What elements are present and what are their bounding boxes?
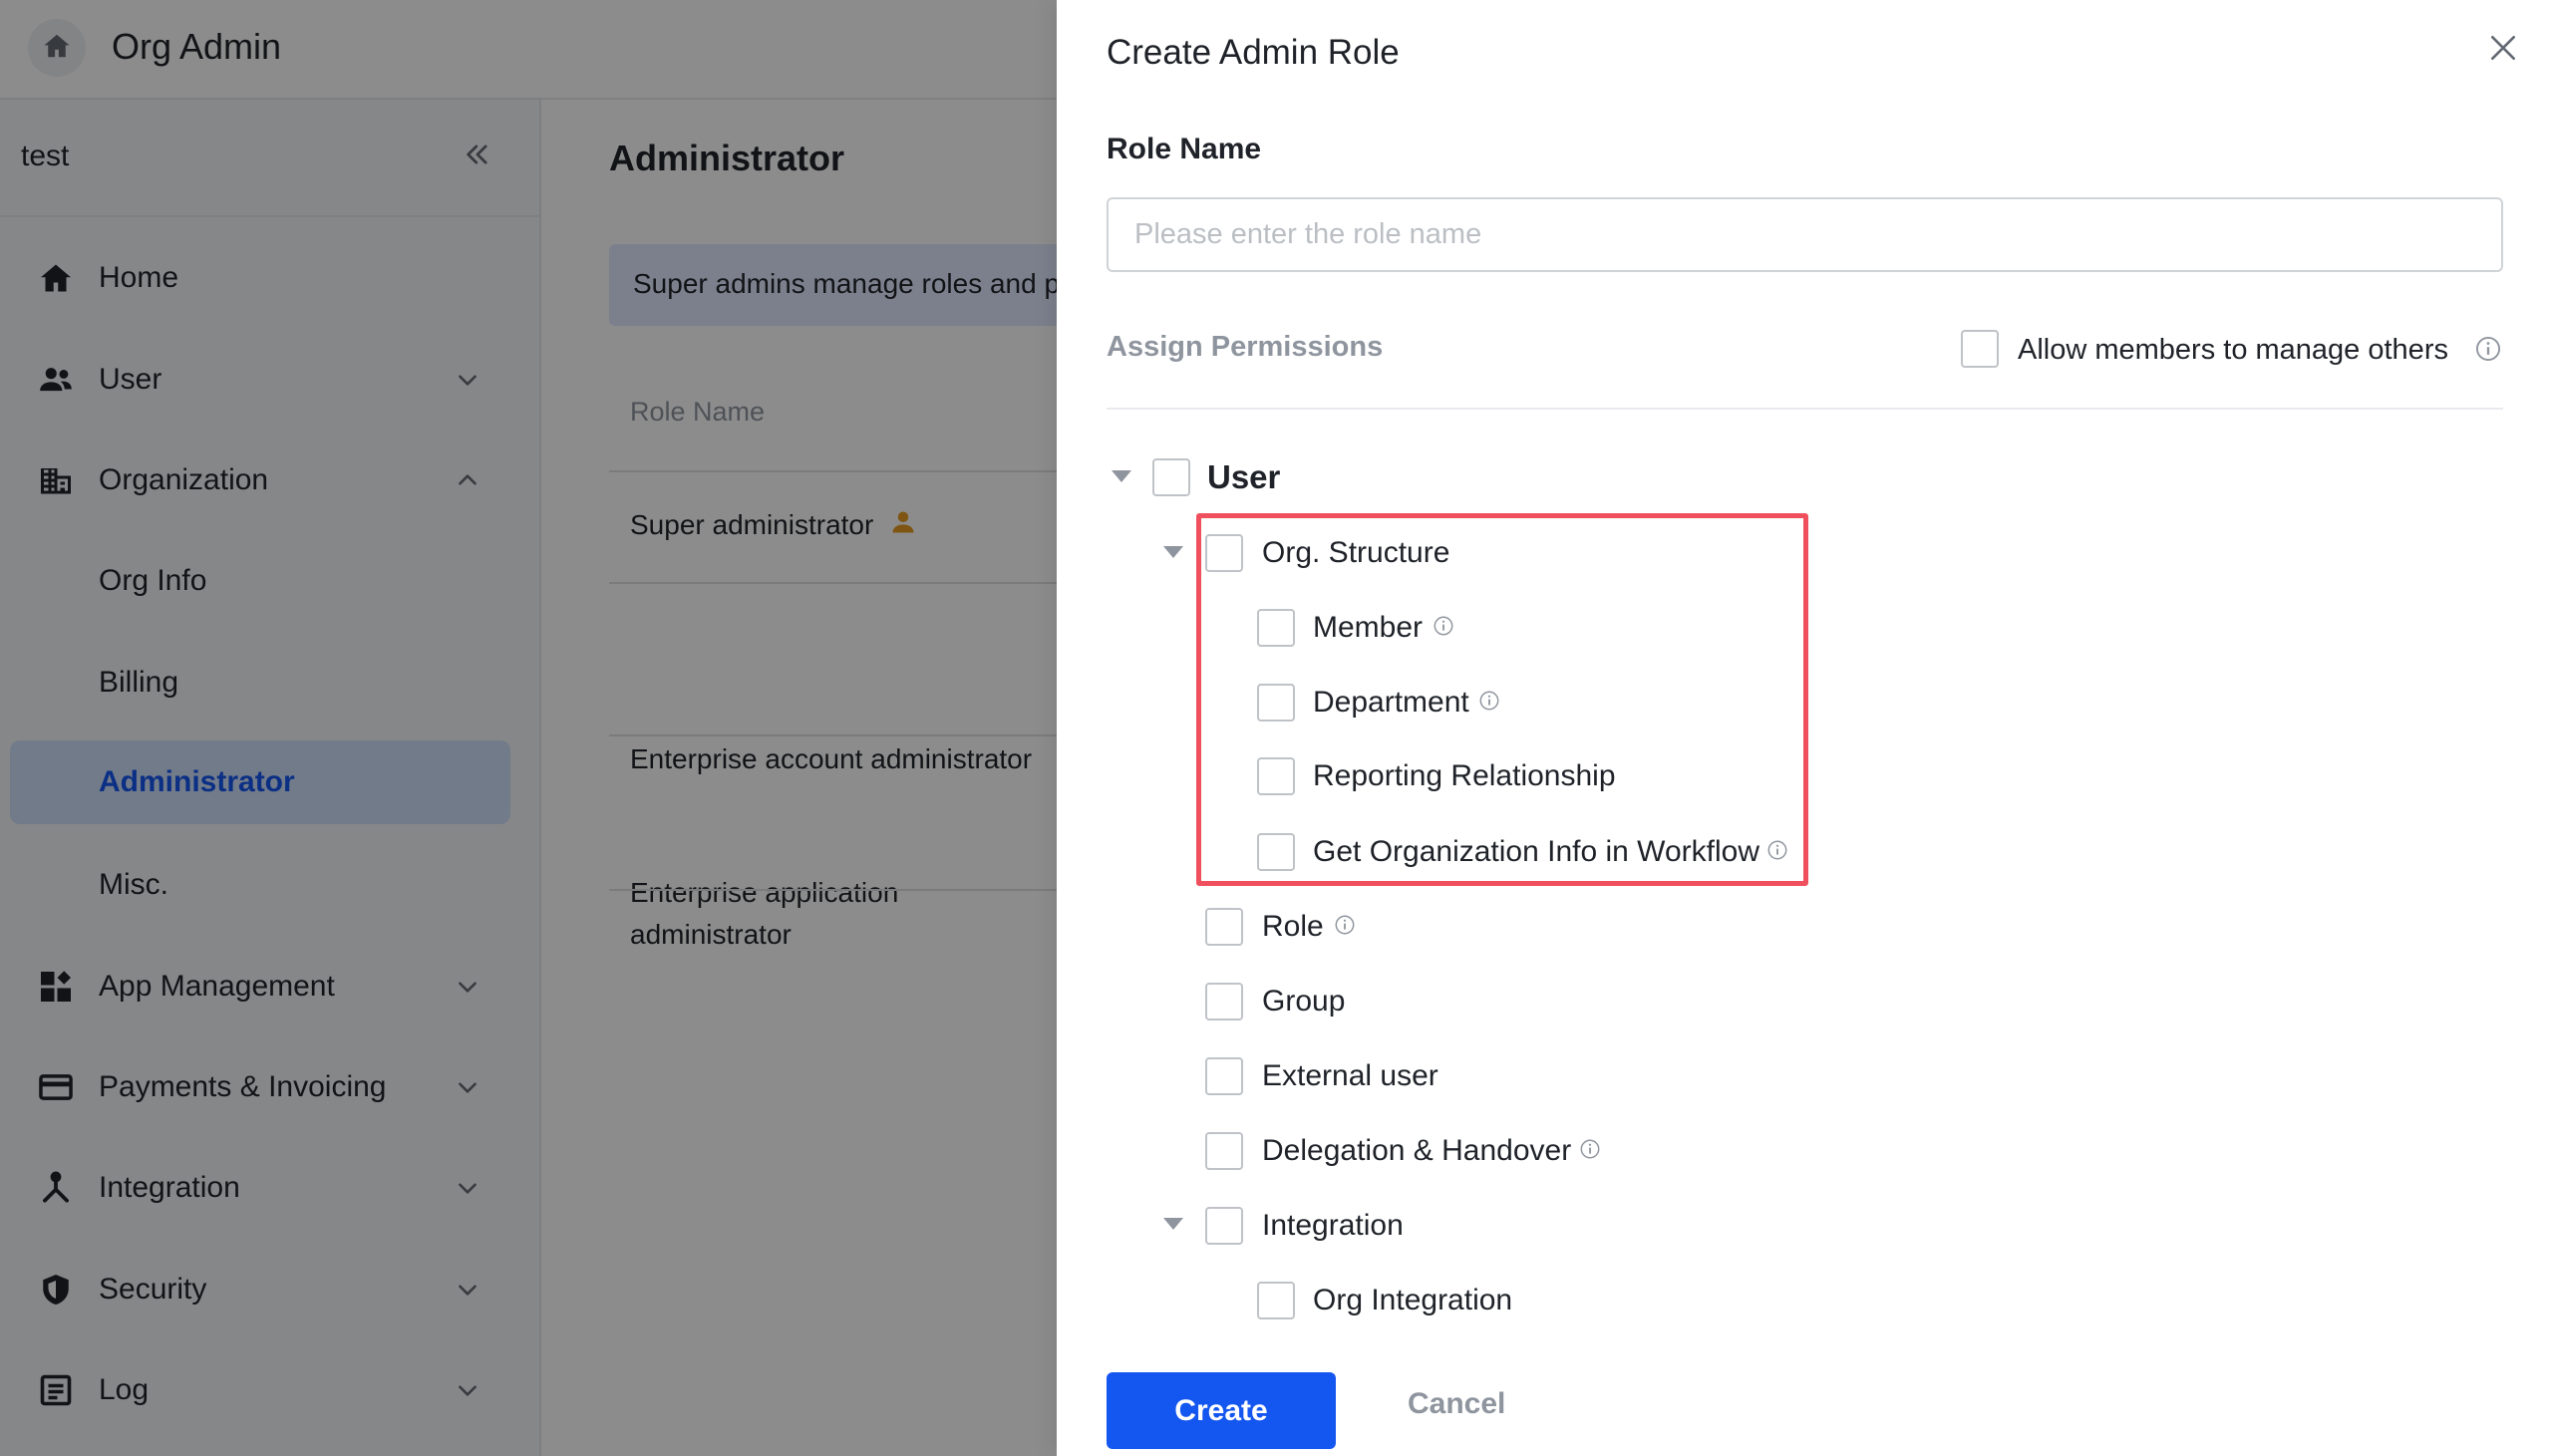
tree-label-integration: Integration bbox=[1262, 1209, 1404, 1242]
create-admin-role-drawer: Create Admin Role Role Name Assign Permi… bbox=[1057, 0, 2552, 1456]
checkbox-reporting-relationship[interactable] bbox=[1257, 757, 1295, 795]
tree-label-get-org-info-workflow: Get Organization Info in Workflow bbox=[1313, 835, 1759, 868]
create-button[interactable]: Create bbox=[1107, 1372, 1336, 1449]
checkbox-role[interactable] bbox=[1205, 908, 1243, 946]
cancel-button[interactable]: Cancel bbox=[1408, 1387, 1505, 1421]
tree-label-group: Group bbox=[1262, 985, 1346, 1018]
checkbox-get-org-info-workflow[interactable] bbox=[1257, 833, 1295, 871]
tree-label-org-integration: Org Integration bbox=[1313, 1284, 1513, 1316]
checkbox-user[interactable] bbox=[1152, 458, 1190, 496]
allow-members-option[interactable] bbox=[1961, 329, 1999, 369]
info-icon[interactable] bbox=[1478, 690, 1500, 712]
checkbox-member[interactable] bbox=[1257, 609, 1295, 647]
tree-label-delegation-handover: Delegation & Handover bbox=[1262, 1134, 1572, 1167]
info-icon[interactable] bbox=[1579, 1138, 1601, 1160]
expand-toggle-org-structure[interactable] bbox=[1163, 546, 1183, 558]
checkbox-external-user[interactable] bbox=[1205, 1057, 1243, 1095]
tree-label-reporting-relationship: Reporting Relationship bbox=[1313, 759, 1616, 792]
checkbox-delegation-handover[interactable] bbox=[1205, 1132, 1243, 1170]
checkbox-org-structure[interactable] bbox=[1205, 534, 1243, 572]
checkbox-group[interactable] bbox=[1205, 983, 1243, 1020]
tree-label-member: Member bbox=[1313, 611, 1424, 644]
tree-label-external-user: External user bbox=[1262, 1059, 1438, 1092]
close-button[interactable] bbox=[2483, 30, 2523, 70]
expand-toggle-user[interactable] bbox=[1112, 470, 1131, 482]
info-icon[interactable] bbox=[1433, 615, 1454, 637]
info-icon[interactable] bbox=[2474, 335, 2502, 368]
checkbox-department[interactable] bbox=[1257, 684, 1295, 722]
allow-members-label: Allow members to manage others bbox=[2018, 334, 2448, 366]
info-icon[interactable] bbox=[1766, 839, 1788, 861]
checkbox-integration[interactable] bbox=[1205, 1207, 1243, 1245]
tree-label-department: Department bbox=[1313, 686, 1469, 719]
expand-toggle-integration[interactable] bbox=[1163, 1218, 1183, 1230]
tree-label-role: Role bbox=[1262, 910, 1324, 943]
drawer-title: Create Admin Role bbox=[1107, 33, 1400, 72]
checkbox-org-integration[interactable] bbox=[1257, 1282, 1295, 1319]
close-icon bbox=[2487, 32, 2519, 69]
tree-label-org-structure: Org. Structure bbox=[1262, 536, 1450, 569]
allow-members-checkbox[interactable] bbox=[1961, 330, 1999, 368]
divider bbox=[1107, 408, 2503, 410]
role-name-label: Role Name bbox=[1107, 133, 1262, 165]
assign-permissions-label: Assign Permissions bbox=[1107, 331, 1384, 363]
drawer-footer: Create Cancel bbox=[1057, 1343, 2552, 1456]
info-icon[interactable] bbox=[1334, 914, 1356, 936]
tree-label-user: User bbox=[1207, 458, 1281, 495]
modal-overlay[interactable] bbox=[0, 0, 1057, 1456]
role-name-input[interactable] bbox=[1107, 197, 2503, 272]
